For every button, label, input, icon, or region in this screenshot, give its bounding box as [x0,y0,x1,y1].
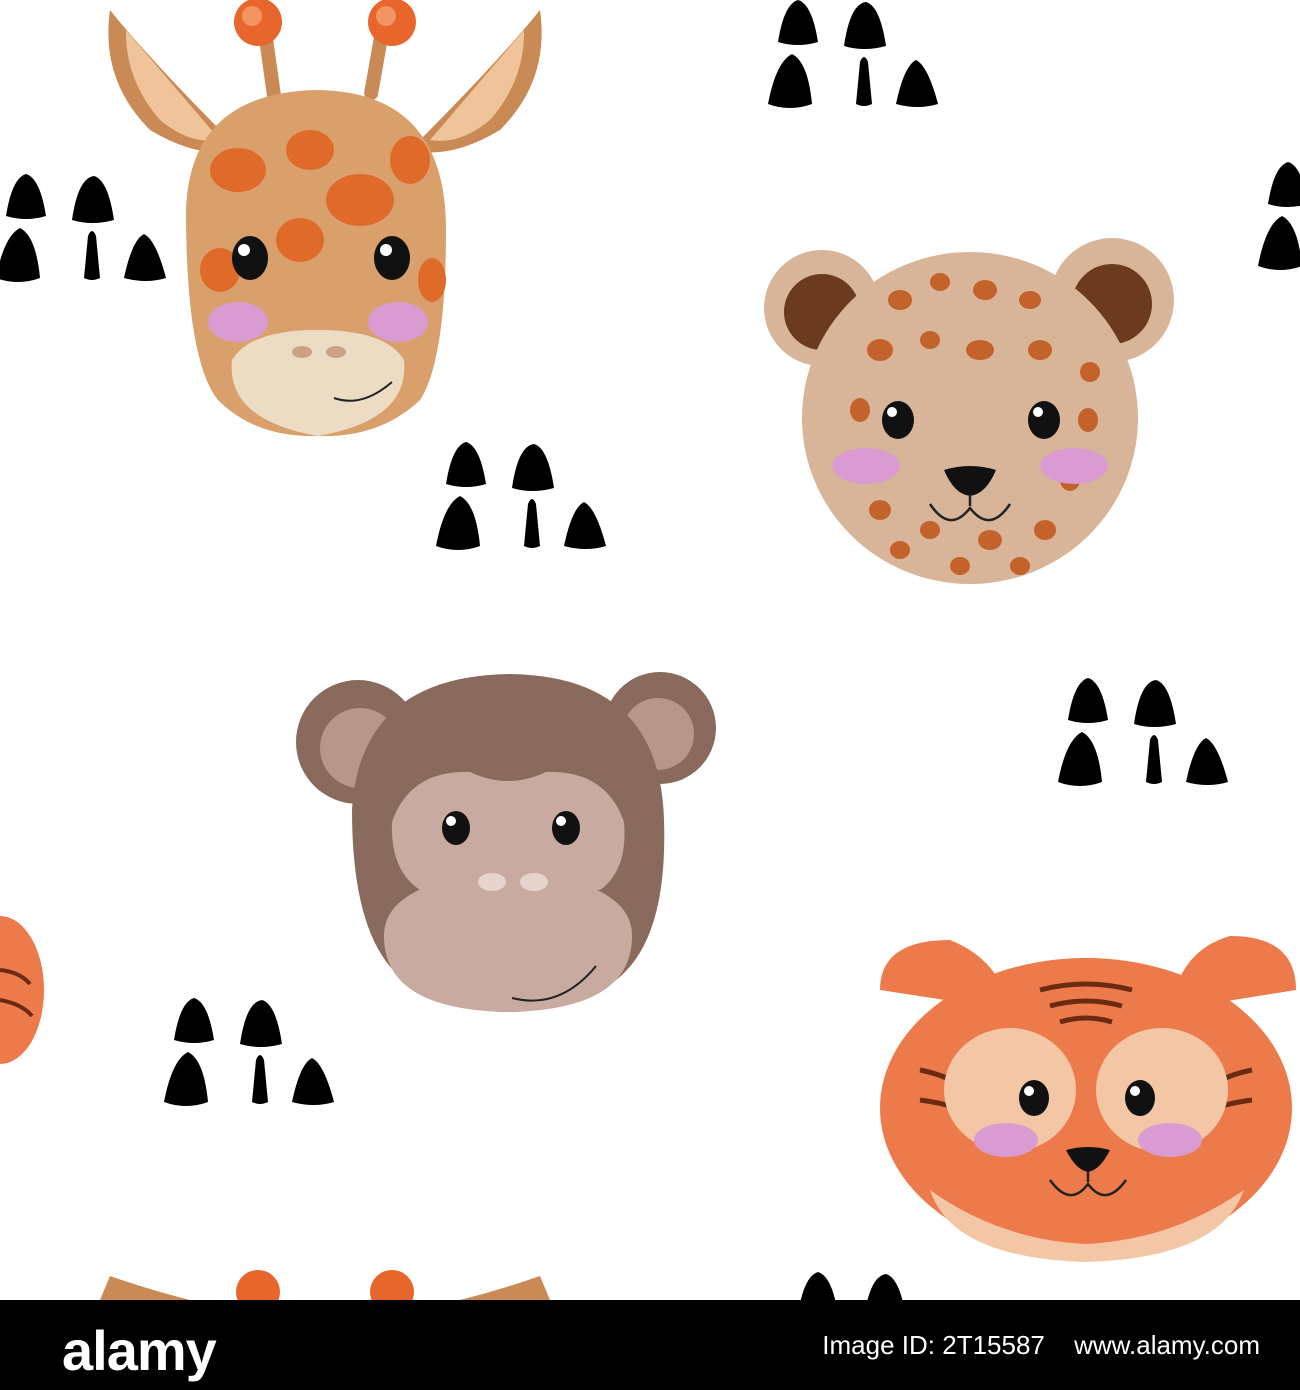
image-id-text: Image ID: 2T15587 [822,1330,1045,1360]
monkey-head [296,672,716,1012]
triangle-cluster-left [0,174,166,282]
stock-footer-bar: alamy Image ID: 2T15587 www.alamy.com [0,1300,1300,1390]
triangle-cluster-top-center [768,0,938,108]
triangle-cluster-right [1058,678,1228,786]
triangle-cluster-bottom-left [164,998,334,1106]
image-id-label: Image ID: 2T15587 www.alamy.com [800,1330,1260,1361]
tiger-head-partial [0,916,44,1064]
site-text[interactable]: www.alamy.com [1074,1330,1260,1361]
triangle-cluster-edge-right [1258,162,1300,270]
tiger-head [880,936,1296,1262]
giraffe-head [108,0,542,437]
brand-logo[interactable]: alamy [62,1318,217,1383]
pattern-artwork [0,0,1300,1380]
triangle-cluster-bottom-edge [788,1272,958,1380]
giraffe-head-partial [100,1270,550,1314]
triangle-cluster-center [436,442,606,550]
leopard-head [764,238,1174,584]
